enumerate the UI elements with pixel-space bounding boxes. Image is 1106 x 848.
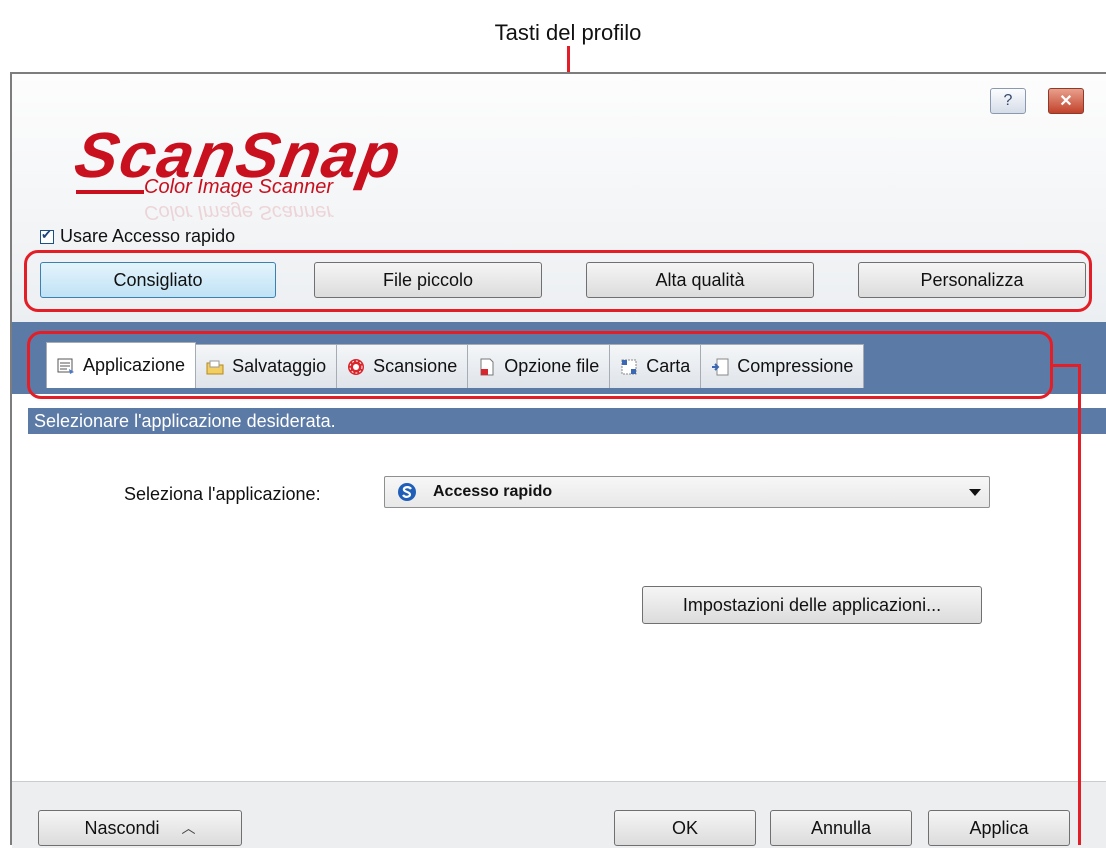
logo-subtitle: Color Image Scanner [144, 176, 333, 198]
quick-access-label: Usare Accesso rapido [60, 226, 236, 246]
tab-applicazione[interactable]: Applicazione [46, 342, 197, 388]
tab-opzione-file[interactable]: Opzione file [467, 344, 611, 388]
tab-compressione[interactable]: Compressione [700, 344, 865, 388]
profile-button-consigliato[interactable]: Consigliato [40, 262, 276, 298]
quick-access-icon [397, 482, 417, 502]
tab-opzione-file-label: Opzione file [504, 356, 600, 376]
section-header: Selezionare l'applicazione desiderata. [28, 408, 1106, 434]
application-select-label: Seleziona l'applicazione: [124, 484, 321, 504]
logo-subtitle-reflection: Color Image Scanner [144, 201, 333, 223]
dialog-footer: Nascondi ︿ OK Annulla Applica [12, 781, 1106, 848]
scansnap-logo: ScanSnap Color Image Scanner Color Image… [70, 118, 536, 228]
cancel-button[interactable]: Annulla [770, 810, 912, 846]
quick-access-checkbox[interactable] [40, 227, 54, 244]
profile-button-alta-qualita[interactable]: Alta qualità [586, 262, 814, 298]
tabs-annotation-line [1078, 364, 1081, 845]
close-button[interactable]: ✕ [1048, 88, 1084, 114]
ok-button[interactable]: OK [614, 810, 756, 846]
tab-applicazione-label: Applicazione [83, 355, 186, 375]
help-icon: ? [1003, 92, 1013, 109]
window-header: ? ✕ ScanSnap Color Image Scanner Color I… [12, 74, 1106, 322]
tab-carta-label: Carta [646, 356, 691, 376]
application-icon [57, 357, 75, 375]
application-panel: Seleziona l'applicazione: Accesso rapido… [12, 434, 1106, 781]
settings-tabs: Applicazione Salvataggio Scansione Opzio… [46, 342, 865, 388]
file-option-icon [478, 358, 496, 376]
scansnap-setup-window: ? ✕ ScanSnap Color Image Scanner Color I… [10, 72, 1106, 848]
tab-carta[interactable]: Carta [609, 344, 702, 388]
help-button[interactable]: ? [990, 88, 1026, 114]
tab-salvataggio-label: Salvataggio [232, 356, 327, 376]
profile-button-personalizza[interactable]: Personalizza [858, 262, 1086, 298]
paper-icon [620, 358, 638, 376]
folder-icon [206, 358, 224, 376]
tab-compressione-label: Compressione [737, 356, 854, 376]
tab-scansione[interactable]: Scansione [336, 344, 469, 388]
tab-salvataggio[interactable]: Salvataggio [195, 344, 338, 388]
application-select[interactable]: Accesso rapido [384, 476, 990, 508]
application-select-value: Accesso rapido [433, 483, 553, 500]
tabs-annotation-connector [1053, 364, 1081, 367]
close-icon: ✕ [1059, 93, 1073, 110]
quick-access-checkbox-row[interactable]: Usare Accesso rapido [40, 226, 235, 247]
application-settings-button[interactable]: Impostazioni delle applicazioni... [642, 586, 982, 624]
profile-button-file-piccolo[interactable]: File piccolo [314, 262, 542, 298]
logo-swoosh [76, 190, 144, 194]
compression-icon [711, 358, 729, 376]
hide-button[interactable]: Nascondi ︿ [38, 810, 242, 846]
chevron-up-icon: ︿ [181, 820, 196, 836]
tab-scansione-label: Scansione [373, 356, 458, 376]
dropdown-arrow-icon[interactable] [969, 489, 981, 496]
scan-icon [347, 358, 365, 376]
hide-button-label: Nascondi [84, 817, 160, 838]
apply-button[interactable]: Applica [928, 810, 1070, 846]
profile-buttons-annotation-label: Tasti del profilo [494, 20, 642, 45]
